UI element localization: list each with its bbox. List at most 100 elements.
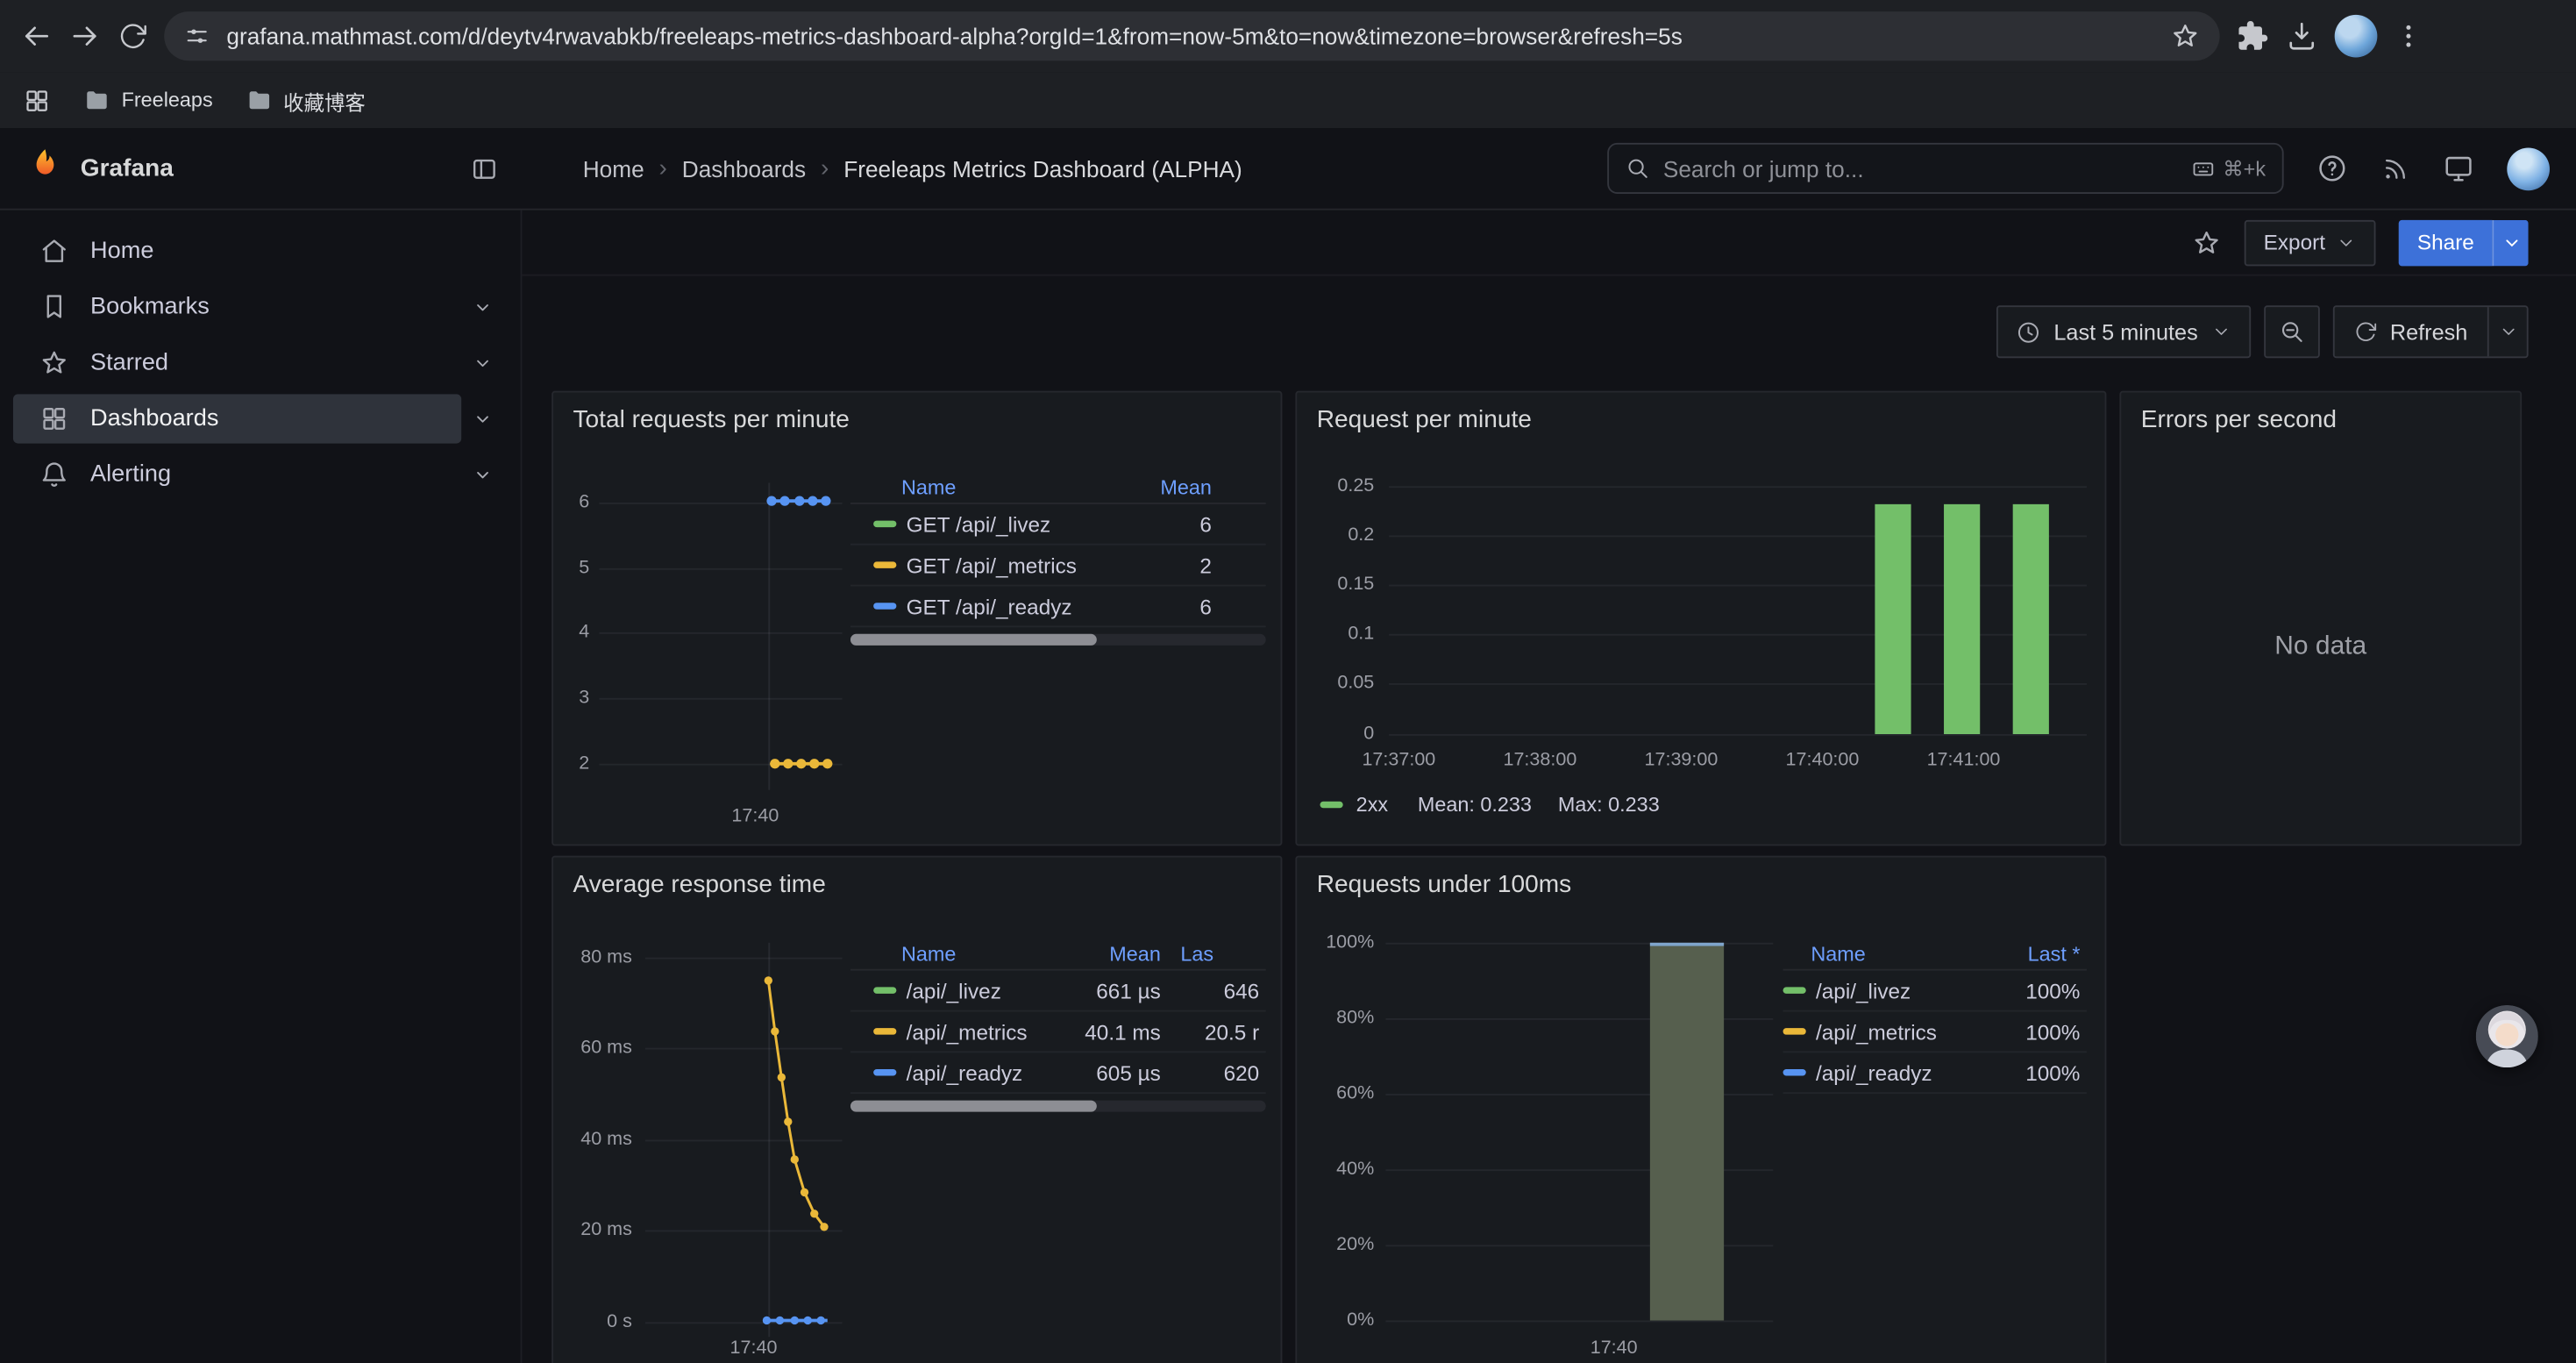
help-icon[interactable] bbox=[2316, 153, 2348, 184]
y-tick: 60 ms bbox=[553, 1038, 632, 1057]
bookmark-icon bbox=[39, 292, 69, 322]
panel-title[interactable]: Average response time bbox=[553, 857, 1281, 898]
search-box[interactable]: ⌘+k bbox=[1607, 143, 2283, 194]
bookmark-item[interactable]: 收藏博客 bbox=[246, 84, 366, 116]
chevron-down-icon[interactable] bbox=[461, 352, 504, 375]
sidebar-item-bookmarks: Bookmarks bbox=[0, 279, 521, 335]
x-tick: 17:41:00 bbox=[1908, 751, 2019, 770]
assistant-avatar[interactable] bbox=[2476, 1005, 2538, 1067]
chevron-down-icon[interactable] bbox=[461, 463, 504, 486]
favorite-star-icon[interactable] bbox=[2191, 227, 2221, 257]
sidebar-item-home: Home bbox=[0, 224, 521, 280]
refresh-button[interactable]: Refresh bbox=[2334, 307, 2487, 356]
search-shortcut: ⌘+k bbox=[2192, 156, 2266, 181]
y-tick: 20% bbox=[1297, 1235, 1374, 1254]
x-tick: 17:40 bbox=[719, 1338, 788, 1358]
user-avatar[interactable] bbox=[2507, 147, 2550, 190]
site-info-icon[interactable] bbox=[184, 23, 210, 49]
legend-row: /api/_livez 661 µs 646 bbox=[850, 971, 1266, 1012]
y-tick: 2 bbox=[553, 753, 589, 773]
monitor-icon[interactable] bbox=[2443, 153, 2474, 184]
bookmark-label: 收藏博客 bbox=[283, 84, 366, 116]
extensions-icon[interactable] bbox=[2236, 19, 2268, 52]
x-tick: 17:40:00 bbox=[1767, 751, 1878, 770]
sidebar-item-starred: Starred bbox=[0, 335, 521, 391]
refresh-interval-caret[interactable] bbox=[2487, 307, 2527, 356]
download-icon[interactable] bbox=[2286, 19, 2318, 52]
panel-avg-response-time: Average response time 80 ms 60 ms 40 ms … bbox=[551, 856, 1282, 1363]
chevron-down-icon bbox=[2211, 322, 2231, 341]
dashboard-subheader: Export Share bbox=[522, 211, 2575, 276]
legend-table: Name Mean Las /api/_livez 661 µs 646 bbox=[850, 938, 1266, 1111]
legend-row: GET /api/_metrics 2 bbox=[850, 546, 1266, 587]
legend-header-mean[interactable]: Mean bbox=[1046, 942, 1161, 965]
legend-header-mean[interactable]: Mean bbox=[1114, 475, 1266, 498]
url-bar[interactable]: grafana.mathmast.com/d/deytv4rwavabkb/fr… bbox=[164, 11, 2219, 61]
header-icons bbox=[2316, 147, 2550, 190]
scrollbar-thumb[interactable] bbox=[850, 634, 1097, 646]
legend-header-last[interactable]: Last * bbox=[1995, 942, 2087, 965]
legend-header-last[interactable]: Las bbox=[1161, 942, 1266, 965]
bar-2xx[interactable] bbox=[2013, 504, 2049, 734]
grafana-app: Grafana Home › Dashboards › Freeleaps Me… bbox=[0, 128, 2576, 1363]
x-tick: 17:40 bbox=[721, 806, 790, 825]
bar-2xx[interactable] bbox=[1944, 504, 1980, 734]
bookmark-star-icon[interactable] bbox=[2170, 21, 2200, 51]
sidebar: Home Bookmarks Starred bbox=[0, 211, 522, 1363]
legend-table: Name Mean GET /api/_livez 6 GET /api/_me… bbox=[850, 471, 1266, 645]
browser-profile-avatar[interactable] bbox=[2335, 15, 2378, 58]
breadcrumb-home[interactable]: Home bbox=[583, 155, 644, 182]
breadcrumb-current: Freeleaps Metrics Dashboard (ALPHA) bbox=[843, 155, 1242, 182]
apps-grid-icon[interactable] bbox=[23, 86, 51, 114]
panel-title[interactable]: Request per minute bbox=[1297, 393, 2104, 434]
bar-under-100ms[interactable] bbox=[1650, 943, 1724, 1321]
dock-sidebar-icon[interactable] bbox=[470, 153, 500, 183]
legend-row: GET /api/_livez 6 bbox=[850, 504, 1266, 546]
back-icon[interactable] bbox=[19, 19, 52, 52]
legend-series-label[interactable]: 2xx bbox=[1356, 793, 1388, 816]
chevron-down-icon[interactable] bbox=[461, 407, 504, 430]
series-color-dash bbox=[873, 561, 896, 567]
y-tick: 0.05 bbox=[1297, 674, 1374, 693]
time-range-picker[interactable]: Last 5 minutes bbox=[1996, 305, 2251, 358]
browser-menu-icon[interactable] bbox=[2394, 21, 2423, 51]
keyboard-icon bbox=[2192, 157, 2215, 180]
sidebar-item-label: Home bbox=[90, 239, 153, 265]
share-caret-button[interactable] bbox=[2492, 219, 2528, 265]
rss-icon[interactable] bbox=[2380, 153, 2410, 183]
y-tick: 3 bbox=[553, 689, 589, 708]
bell-icon bbox=[39, 460, 69, 489]
panel-title[interactable]: Errors per second bbox=[2121, 393, 2520, 434]
legend-row: /api/_livez 100% bbox=[1783, 971, 2087, 1012]
breadcrumb-dashboards[interactable]: Dashboards bbox=[682, 155, 806, 182]
y-tick: 20 ms bbox=[553, 1220, 632, 1239]
grafana-logo[interactable] bbox=[26, 146, 64, 191]
series-color-dash bbox=[873, 987, 896, 993]
sidebar-item-label: Bookmarks bbox=[90, 294, 210, 320]
legend-header-name[interactable]: Name bbox=[1783, 942, 1996, 965]
bar-2xx[interactable] bbox=[1875, 504, 1911, 734]
bookmark-label: Freeleaps bbox=[122, 89, 213, 111]
legend-header-name[interactable]: Name bbox=[873, 475, 1113, 498]
zoom-out-icon[interactable] bbox=[2264, 305, 2320, 358]
bookmark-item[interactable]: Freeleaps bbox=[83, 87, 212, 113]
y-tick: 5 bbox=[553, 559, 589, 578]
sidebar-item-label: Starred bbox=[90, 350, 168, 376]
scrollbar-thumb[interactable] bbox=[850, 1101, 1097, 1112]
series-color-dash bbox=[873, 603, 896, 609]
forward-icon[interactable] bbox=[69, 19, 102, 52]
series-color-dash bbox=[1783, 1028, 1806, 1034]
panel-title[interactable]: Total requests per minute bbox=[553, 393, 1281, 434]
panel-request-per-minute: Request per minute 0.25 0.2 0.15 0.1 0.0… bbox=[1295, 391, 2106, 846]
chevron-down-icon[interactable] bbox=[461, 296, 504, 318]
export-button[interactable]: Export bbox=[2244, 219, 2376, 265]
reload-icon[interactable] bbox=[118, 21, 148, 51]
panel-title[interactable]: Requests under 100ms bbox=[1297, 857, 2104, 898]
series-color-dash bbox=[873, 1069, 896, 1075]
sidebar-item-label: Dashboards bbox=[90, 406, 218, 432]
legend-header-name[interactable]: Name bbox=[873, 942, 1046, 965]
legend-row: GET /api/_readyz 6 bbox=[850, 586, 1266, 627]
share-button[interactable]: Share bbox=[2399, 219, 2492, 265]
search-input[interactable] bbox=[1663, 155, 2179, 182]
url-text[interactable]: grafana.mathmast.com/d/deytv4rwavabkb/fr… bbox=[226, 23, 2153, 49]
